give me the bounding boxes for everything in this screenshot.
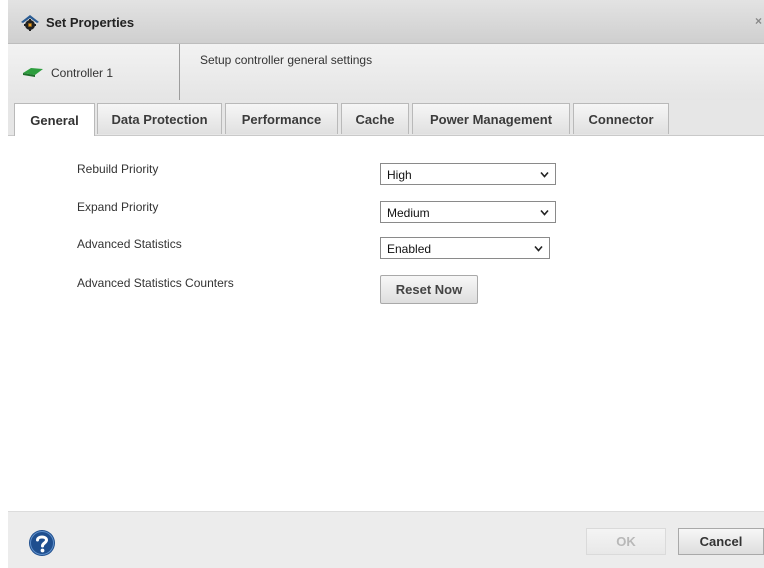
general-settings-panel: Rebuild Priority High Expand Priority Me…: [8, 136, 764, 511]
cancel-button[interactable]: Cancel: [678, 528, 764, 555]
advanced-statistics-select[interactable]: Enabled: [380, 237, 550, 259]
left-margin: [0, 0, 8, 567]
reset-now-button[interactable]: Reset Now: [380, 275, 478, 304]
tab-bar: General Data Protection Performance Cach…: [8, 100, 764, 136]
chevron-down-icon: [534, 245, 543, 252]
ok-button[interactable]: OK: [586, 528, 666, 555]
controller-cell: Controller 1: [8, 44, 180, 100]
expand-priority-label: Expand Priority: [77, 200, 159, 214]
advanced-statistics-counters-label: Advanced Statistics Counters: [77, 276, 234, 290]
dialog-title: Set Properties: [46, 15, 135, 30]
controller-card-icon: [23, 68, 43, 77]
rebuild-priority-label: Rebuild Priority: [77, 162, 159, 176]
header-description: Setup controller general settings: [200, 53, 373, 67]
chevron-down-icon: [540, 209, 549, 216]
dialog-titlebar[interactable]: Set Properties ×: [8, 0, 764, 44]
expand-priority-select[interactable]: Medium: [380, 201, 556, 223]
tab-performance[interactable]: Performance: [225, 103, 338, 134]
rebuild-priority-value: High: [387, 168, 412, 182]
chevron-down-icon: [540, 171, 549, 178]
controller-label: Controller 1: [51, 66, 114, 80]
expand-priority-value: Medium: [387, 206, 430, 220]
close-icon[interactable]: ×: [755, 14, 762, 28]
tab-cache[interactable]: Cache: [341, 103, 409, 134]
tab-connector[interactable]: Connector: [573, 103, 669, 134]
tab-power-management[interactable]: Power Management: [412, 103, 570, 134]
help-icon[interactable]: [28, 529, 56, 557]
set-properties-dialog: Set Properties × Controller 1 Setup cont…: [8, 0, 764, 568]
dialog-footer: OK Cancel: [8, 511, 764, 568]
gear-home-icon: [21, 15, 39, 31]
header-band: Controller 1 Setup controller general se…: [8, 44, 764, 100]
tab-general[interactable]: General: [14, 103, 95, 136]
rebuild-priority-select[interactable]: High: [380, 163, 556, 185]
advanced-statistics-label: Advanced Statistics: [77, 237, 182, 251]
advanced-statistics-value: Enabled: [387, 242, 432, 256]
tab-data-protection[interactable]: Data Protection: [97, 103, 222, 134]
